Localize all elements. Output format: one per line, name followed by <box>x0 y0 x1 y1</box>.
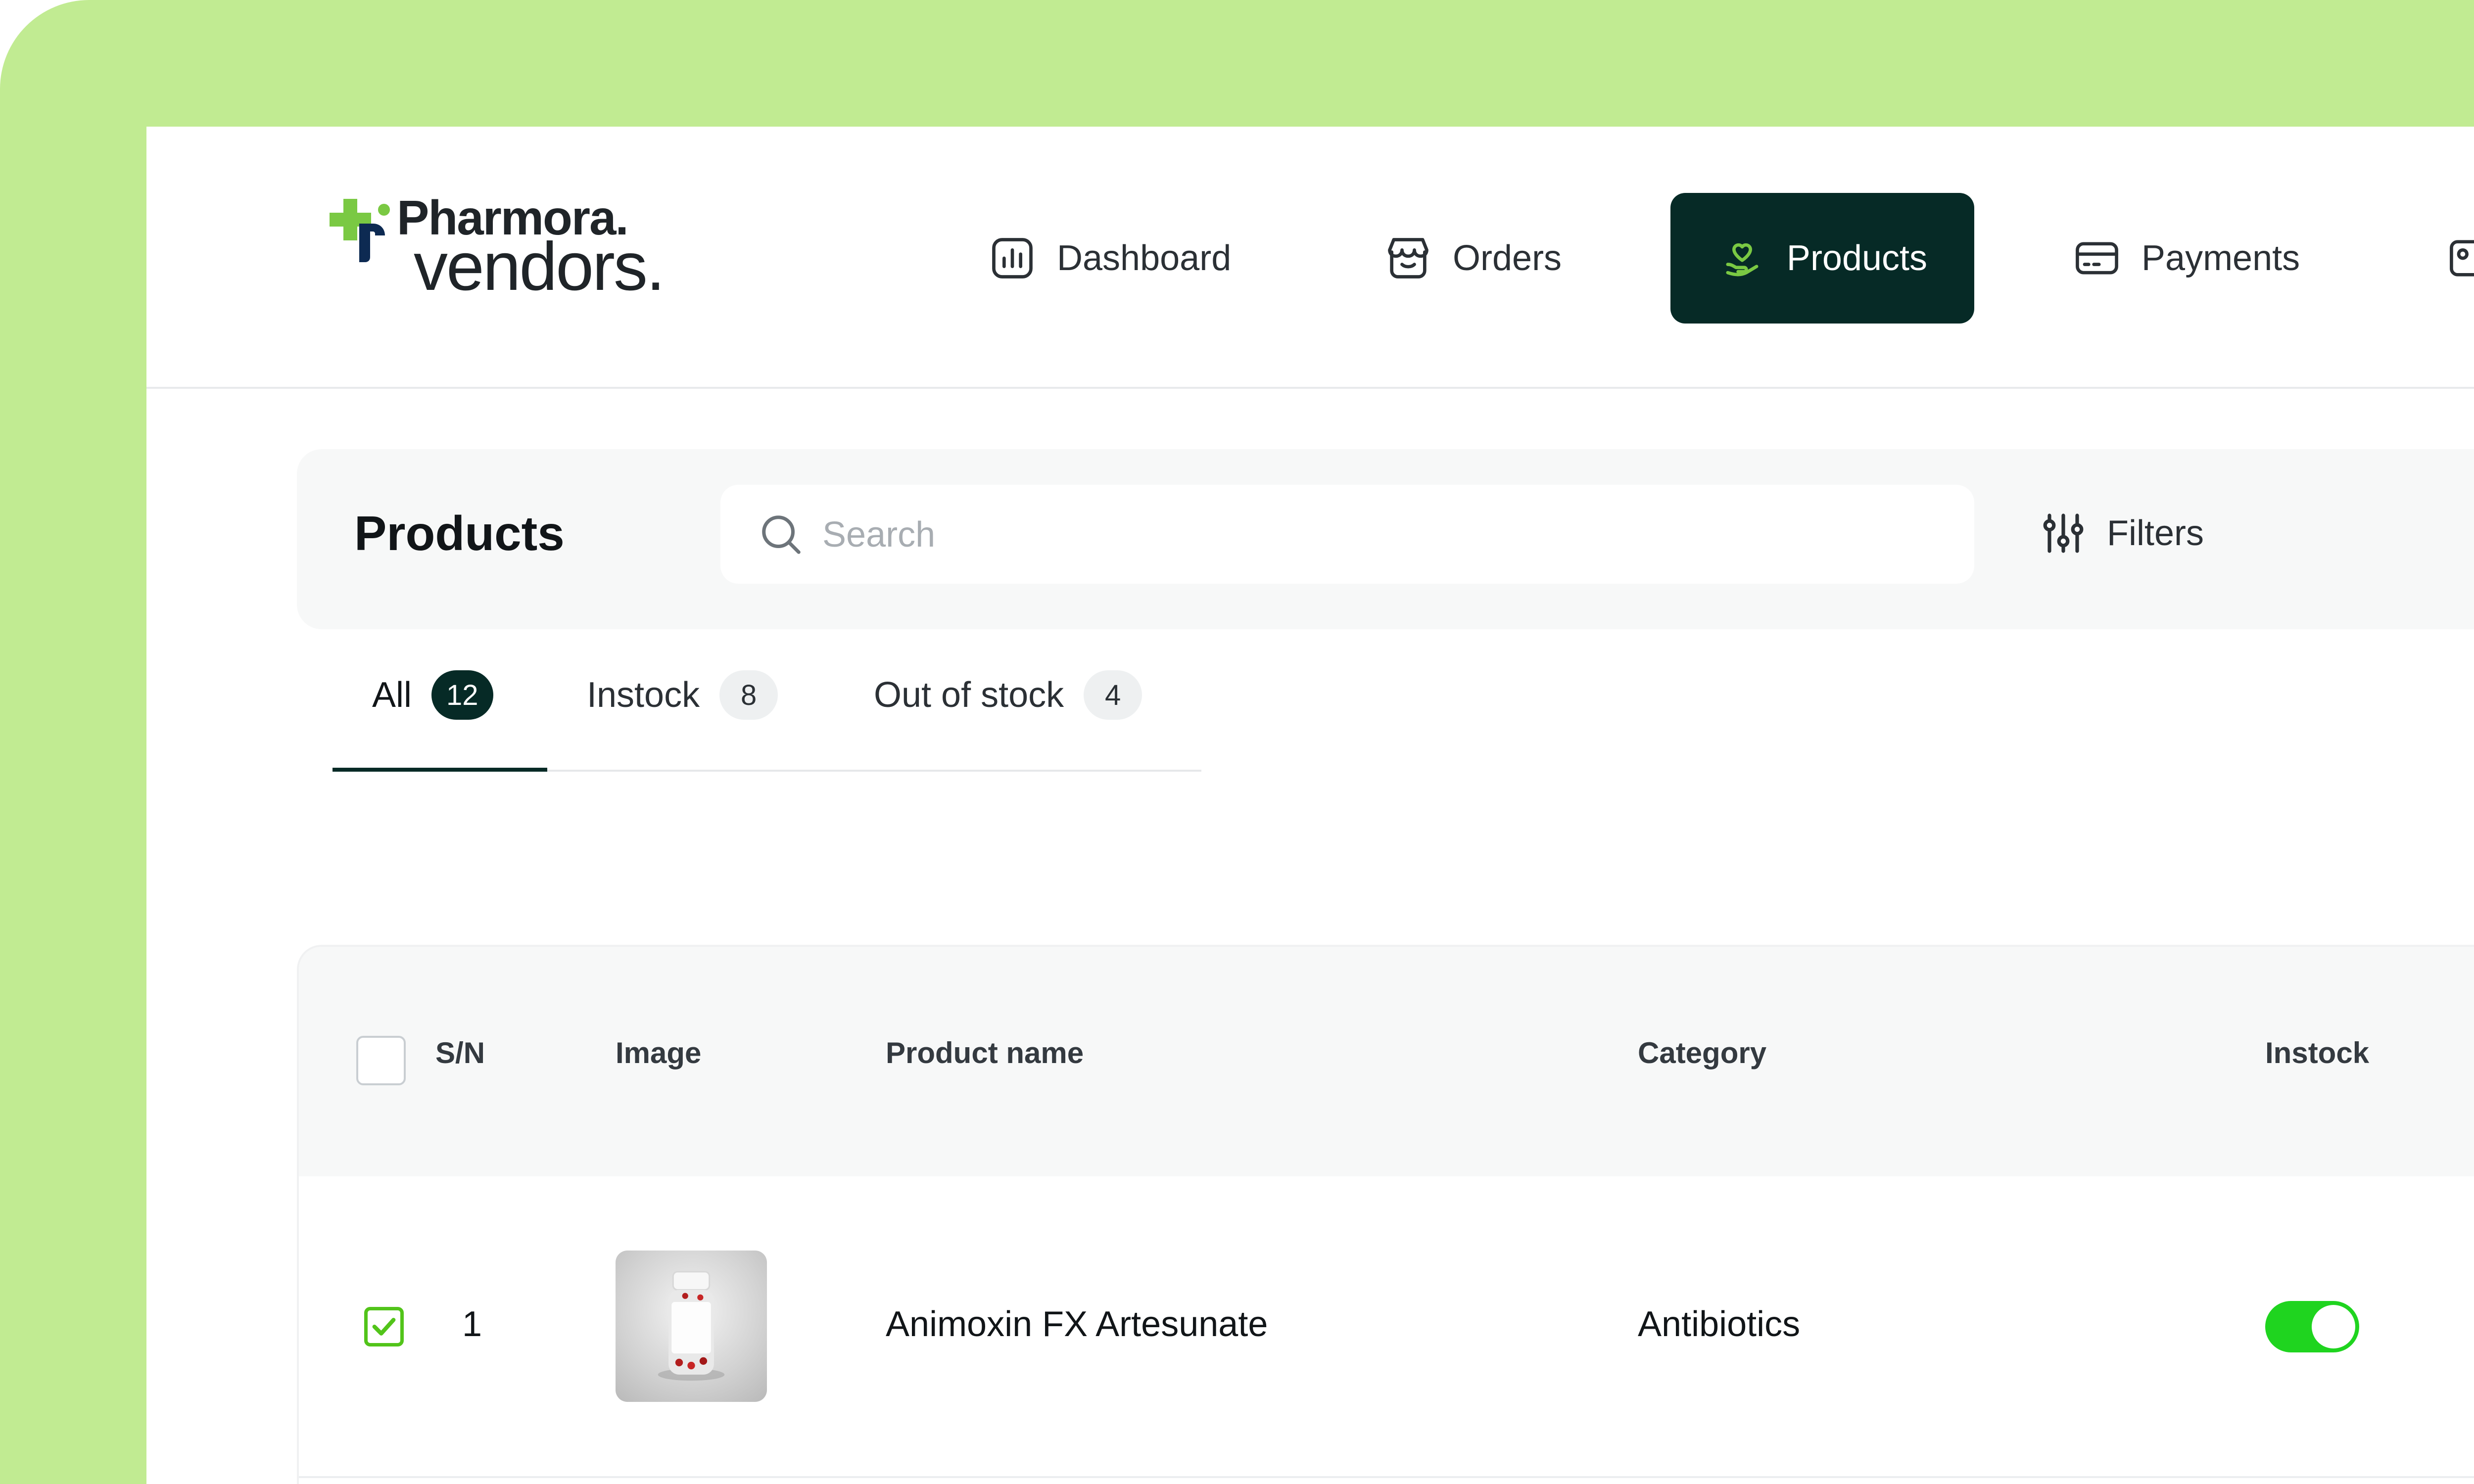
pharmacy-cross-logo-icon <box>330 199 390 262</box>
tab-label: Instock <box>587 675 700 715</box>
column-header-instock[interactable]: Instock <box>2265 1036 2369 1070</box>
tab-instock[interactable]: Instock 8 <box>587 668 778 722</box>
checkmark-icon <box>372 1318 396 1336</box>
nav-item-dashboard[interactable]: Dashboard <box>988 193 1231 324</box>
column-header-category[interactable]: Category <box>1638 1036 1766 1070</box>
product-category: Antibiotics <box>1638 1304 1801 1344</box>
store-icon <box>1388 238 1428 278</box>
product-thumbnail[interactable] <box>616 1251 767 1402</box>
instock-toggle[interactable] <box>2265 1301 2359 1352</box>
product-name[interactable]: Animoxin FX Artesunate <box>886 1304 1268 1345</box>
products-table: S/N Image Product name Category Instock … <box>297 945 2474 1484</box>
tab-out-of-stock[interactable]: Out of stock 4 <box>874 668 1142 722</box>
tab-count-badge: 12 <box>431 670 493 720</box>
tab-label: All <box>372 675 412 715</box>
search-input[interactable] <box>822 508 1911 562</box>
bar-chart-icon <box>992 238 1033 278</box>
search-icon <box>762 515 801 554</box>
tab-count-badge: 8 <box>719 670 778 720</box>
nav-item-payments[interactable]: Payments <box>2072 193 2300 324</box>
page-title: Products <box>354 506 565 560</box>
table-row[interactable]: 1 Animoxin FX Artesunate Antibiotics <box>299 1176 2474 1478</box>
nav-label: Dashboard <box>1057 238 1232 278</box>
filters-button[interactable]: Filters <box>2040 510 2204 557</box>
card-icon <box>2076 242 2118 275</box>
sliders-icon <box>2043 513 2084 553</box>
select-all-checkbox[interactable] <box>356 1036 406 1085</box>
nav-label: Products <box>1786 238 1928 278</box>
filters-label: Filters <box>2107 513 2204 553</box>
nav-item-products[interactable]: Products <box>1670 193 1974 324</box>
table-header: S/N Image Product name Category Instock <box>299 947 2474 1176</box>
pill-bottle-image <box>658 1271 725 1381</box>
column-header-image: Image <box>616 1036 702 1069</box>
row-checkbox[interactable] <box>364 1307 404 1346</box>
brand-subtitle: vendors. <box>414 229 665 305</box>
nav-item-orders[interactable]: Orders <box>1383 193 1562 324</box>
app-window: Pharmora. vendors. Dashboard Orders Prod… <box>146 127 2474 1484</box>
brand-logo[interactable]: Pharmora. vendors. <box>329 190 675 305</box>
tab-count-badge: 4 <box>1084 670 1142 720</box>
row-sn: 1 <box>462 1304 482 1344</box>
column-header-sn: S/N <box>435 1036 485 1069</box>
tab-all[interactable]: All 12 <box>372 668 493 722</box>
nav-label: Payments <box>2141 238 2300 278</box>
active-tab-indicator <box>333 768 547 772</box>
contact-card-icon <box>2450 240 2474 277</box>
top-navbar: Pharmora. vendors. Dashboard Orders Prod… <box>146 127 2474 389</box>
heart-hand-icon <box>1726 243 1759 277</box>
tab-label: Out of stock <box>874 675 1064 715</box>
toggle-knob <box>2312 1305 2355 1348</box>
nav-label: Orders <box>1453 238 1562 278</box>
nav-item-more[interactable] <box>2446 193 2474 324</box>
column-header-product-name[interactable]: Product name <box>886 1036 1084 1070</box>
